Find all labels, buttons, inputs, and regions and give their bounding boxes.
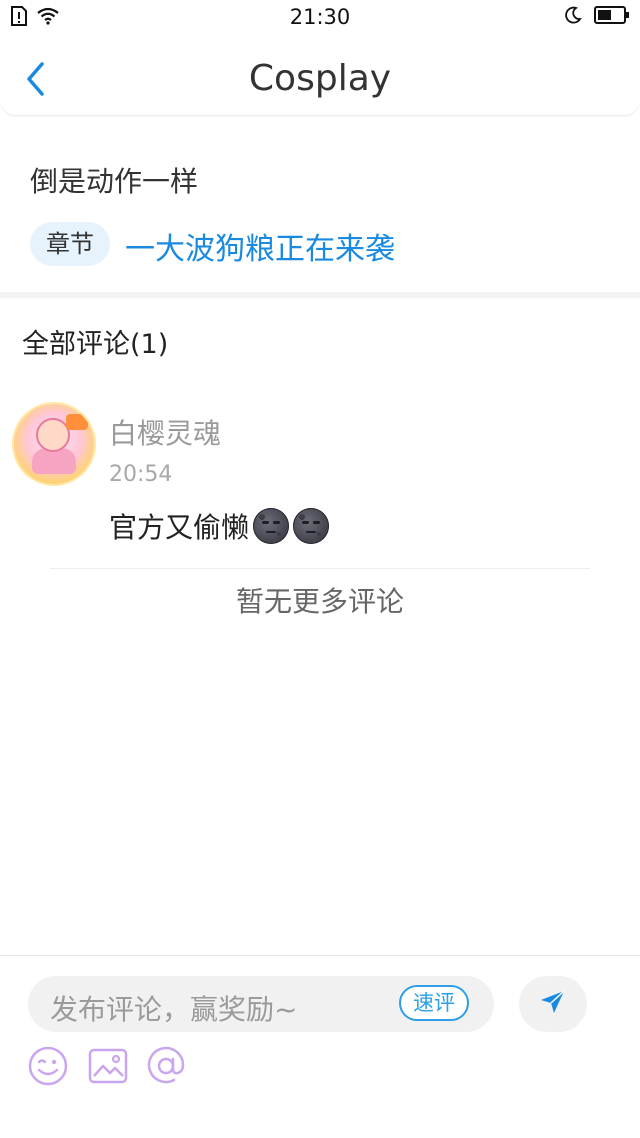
comments-title: 全部评论(1) [22,329,169,360]
emoji-icon [26,1046,70,1092]
new-moon-face-emoji [293,508,330,544]
post-section: 倒是动作一样 章节 一大波狗粮正在来袭 [0,116,640,292]
battery-icon [594,6,630,28]
page-title: Cosplay [248,58,392,99]
send-icon [538,987,568,1021]
comment-composer: 发布评论，赢奖励~ 速评 [0,955,640,1138]
quick-review-button[interactable]: 速评 [399,985,469,1021]
moon-icon [564,6,582,28]
avatar[interactable] [14,404,94,484]
status-right [564,6,630,28]
comment-item: 白樱灵魂 20:54 官方又偷懒 [0,400,640,560]
new-moon-face-emoji [253,508,290,544]
comment-input[interactable]: 发布评论，赢奖励~ 速评 [28,976,494,1032]
avatar-badge [66,414,88,430]
chapter-link[interactable]: 一大波狗粮正在来袭 [125,224,395,268]
no-more-comments: 暂无更多评论 [235,585,404,618]
at-icon [144,1046,188,1092]
comment-input-placeholder: 发布评论，赢奖励~ [50,993,298,1026]
image-button[interactable] [86,1044,130,1088]
emoji-button[interactable] [26,1044,70,1088]
chapter-tag: 章节 [30,222,110,266]
status-time: 21:30 [289,5,351,29]
status-bar: 21:30 [0,0,640,34]
post-text: 倒是动作一样 [30,165,199,198]
avatar-face [36,418,70,452]
comment-detail-page: 21:30 Cosplay 倒是动作一样 章节 一大波狗粮正在来袭 全部评论(1… [0,0,640,1138]
mention-button[interactable] [144,1044,188,1088]
image-icon [86,1048,130,1092]
nav-header: Cosplay [0,34,640,116]
comment-text: 官方又偷懒 [109,511,250,544]
comment-body: 官方又偷懒 [109,506,330,546]
list-end-divider [50,568,590,569]
section-divider [0,292,640,298]
send-button[interactable] [519,976,587,1032]
comment-time: 20:54 [109,462,173,487]
comment-username[interactable]: 白樱灵魂 [109,412,221,452]
